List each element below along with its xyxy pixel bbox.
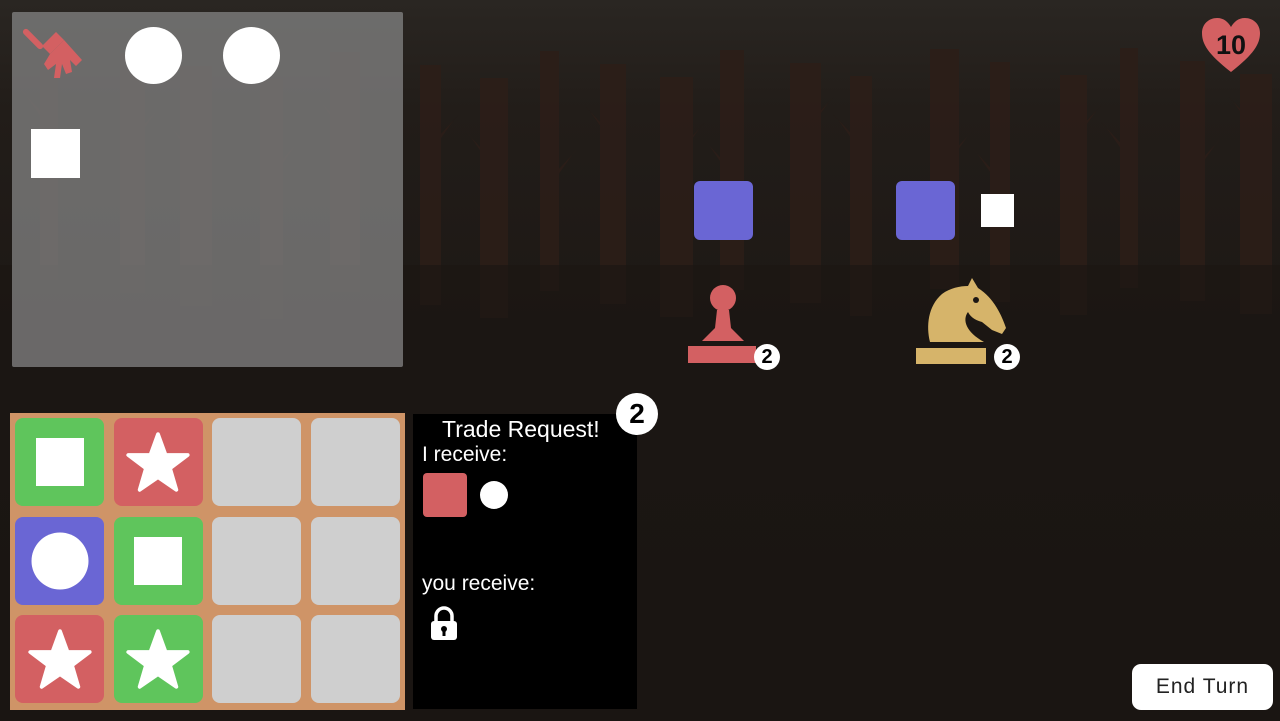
you-receive-label: you receive: (422, 572, 536, 595)
grid-cell[interactable] (212, 418, 301, 506)
grid-cell[interactable] (310, 418, 400, 506)
circle-shape-token[interactable] (223, 27, 280, 84)
end-turn-button[interactable]: End Turn (1132, 664, 1273, 710)
grid-cell[interactable] (113, 615, 203, 703)
i-receive-label: I receive: (422, 443, 508, 466)
pawn-count-badge: 2 (754, 344, 780, 370)
hand-grid (10, 413, 405, 710)
grid-cell[interactable] (310, 516, 400, 605)
red-square-item[interactable] (423, 473, 467, 517)
grid-cell[interactable] (15, 615, 104, 703)
white-circle-item[interactable] (480, 481, 508, 509)
square-symbol (134, 536, 182, 585)
trade-request-panel: Trade Request! I receive: you receive: (413, 414, 637, 709)
grid-cell[interactable] (310, 615, 400, 703)
circle-symbol (31, 532, 88, 589)
opponent-card-white-square[interactable] (981, 194, 1014, 227)
opponent-card-blue-square[interactable] (694, 181, 753, 240)
grid-cell[interactable] (15, 516, 104, 605)
game-screen: 10 2 2 Trade Request! I receive: you rec… (0, 0, 1280, 721)
paint-panel (12, 12, 403, 367)
square-symbol (35, 438, 84, 486)
paintbrush-icon[interactable] (20, 20, 90, 90)
lock-icon[interactable] (429, 606, 459, 642)
trade-title: Trade Request! (442, 416, 600, 442)
star-symbol (126, 629, 190, 689)
grid-cell[interactable] (212, 516, 301, 605)
grid-cell[interactable] (212, 615, 301, 703)
star-symbol (27, 629, 92, 689)
lives-count: 10 (1215, 30, 1247, 60)
knight-count-badge: 2 (994, 344, 1020, 370)
grid-cell[interactable] (113, 418, 203, 506)
grid-cell[interactable] (15, 418, 104, 506)
trade-count-badge: 2 (616, 393, 658, 435)
pawn-icon[interactable] (686, 283, 758, 365)
circle-shape-token[interactable] (125, 27, 182, 84)
opponent-card-blue-square[interactable] (896, 181, 955, 240)
lives-indicator: 10 (1200, 16, 1262, 74)
grid-cell[interactable] (113, 516, 203, 605)
square-shape-token[interactable] (31, 129, 80, 178)
star-symbol (126, 432, 190, 492)
